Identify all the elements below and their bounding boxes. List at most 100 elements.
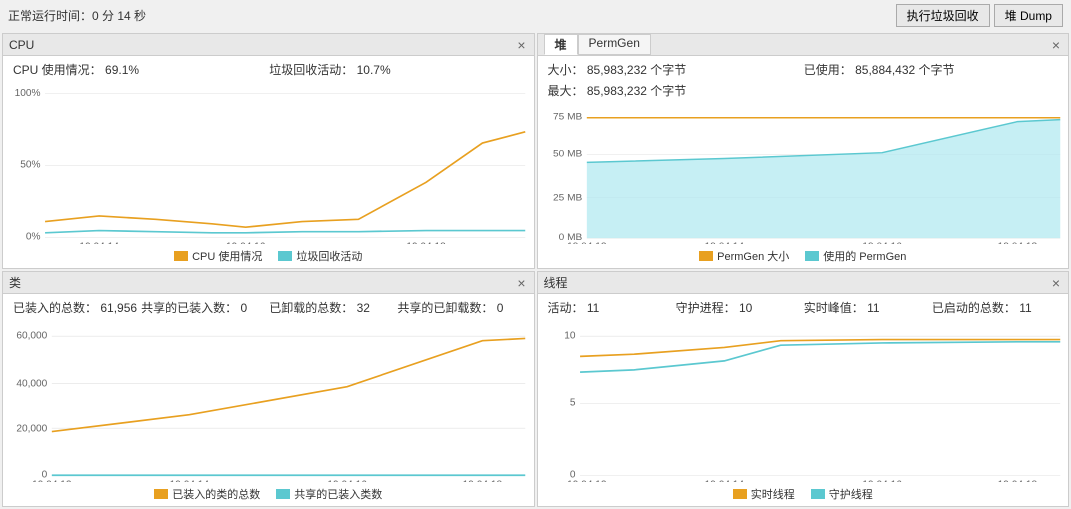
cpu-legend-color-1 [278,251,292,261]
svg-text:50%: 50% [20,160,40,171]
svg-text:5: 5 [569,398,575,409]
heap-legend: PermGen 大小 使用的 PermGen [538,246,1069,268]
class-stats: 已装入的总数： 61,956 共享的已装入数： 0 已卸载的总数： 32 共享的… [3,294,534,321]
thread-stat-2: 实时峰值： 11 [804,298,930,317]
svg-text:50 MB: 50 MB [553,149,582,159]
class-stat-3: 共享的已卸载数： 0 [397,298,523,317]
cpu-stat-1: 垃圾回收活动： 10.7% [269,60,523,79]
gc-button[interactable]: 执行垃圾回收 [896,4,990,27]
svg-text:100%: 100% [15,88,41,99]
class-legend-label-1: 共享的已装入类数 [294,486,382,502]
thread-chart: 10 5 0 19:04:12 19:04:14 19:04:16 19:04:… [544,325,1063,482]
svg-text:40,000: 40,000 [16,379,47,390]
thread-legend-0: 实时线程 [733,486,795,502]
class-legend: 已装入的类的总数 共享的已装入类数 [3,484,534,506]
svg-text:19:04:18: 19:04:18 [463,480,503,482]
cpu-stats: CPU 使用情况： 69.1% 垃圾回收活动： 10.7% [3,56,534,83]
class-chart: 60,000 40,000 20,000 0 19:04:12 19:04:14… [9,325,528,482]
heap-tabs: 堆 PermGen [544,34,651,55]
class-stat-1: 共享的已装入数： 0 [141,298,267,317]
top-bar-buttons: 执行垃圾回收 堆 Dump [896,4,1063,27]
cpu-chart-area: 100% 50% 0% 19:04:14 19:04:16 19:04:18 [3,83,534,246]
cpu-legend-0: CPU 使用情况 [174,248,262,264]
heap-chart-area: 75 MB 50 MB 25 MB 0 MB 19:04:12 19:04:14… [538,104,1069,246]
heap-legend-label-0: PermGen 大小 [717,248,789,264]
cpu-chart: 100% 50% 0% 19:04:14 19:04:16 19:04:18 [9,87,528,244]
heap-stats: 大小： 85,983,232 个字节 已使用： 85,884,432 个字节 最… [538,56,1069,104]
cpu-legend-1: 垃圾回收活动 [278,248,362,264]
class-legend-0: 已装入的类的总数 [154,486,260,502]
svg-text:19:04:16: 19:04:16 [862,241,901,244]
svg-text:25 MB: 25 MB [553,193,582,203]
class-panel: 类 × 已装入的总数： 61,956 共享的已装入数： 0 已卸载的总数： 32… [2,271,535,507]
class-stat-0: 已装入的总数： 61,956 [13,298,139,317]
thread-legend: 实时线程 守护线程 [538,484,1069,506]
svg-text:19:04:18: 19:04:18 [997,241,1036,244]
svg-text:19:04:18: 19:04:18 [997,480,1037,482]
thread-legend-label-0: 实时线程 [751,486,795,502]
heap-panel-close[interactable]: × [1050,37,1062,53]
class-legend-1: 共享的已装入类数 [276,486,382,502]
thread-stats: 活动： 11 守护进程： 10 实时峰值： 11 已启动的总数： 11 [538,294,1069,321]
svg-text:19:04:12: 19:04:12 [567,241,606,244]
svg-text:19:04:12: 19:04:12 [567,480,607,482]
thread-chart-area: 10 5 0 19:04:12 19:04:14 19:04:16 19:04:… [538,321,1069,484]
heap-panel-header: 堆 PermGen × [538,34,1069,56]
tab-heap[interactable]: 堆 [544,34,578,55]
heap-legend-color-0 [699,251,713,261]
class-legend-color-1 [276,489,290,499]
thread-stat-0: 活动： 11 [548,298,674,317]
svg-text:0%: 0% [26,232,41,243]
class-chart-area: 60,000 40,000 20,000 0 19:04:12 19:04:14… [3,321,534,484]
thread-panel-title: 线程 [544,274,568,291]
heap-legend-label-1: 使用的 PermGen [823,248,906,264]
svg-text:19:04:16: 19:04:16 [226,242,266,244]
tab-permgen[interactable]: PermGen [578,34,651,55]
cpu-legend-color-0 [174,251,188,261]
cpu-legend: CPU 使用情况 垃圾回收活动 [3,246,534,268]
thread-stat-1: 守护进程： 10 [676,298,802,317]
cpu-panel: CPU × CPU 使用情况： 69.1% 垃圾回收活动： 10.7% 100%… [2,33,535,269]
cpu-legend-label-1: 垃圾回收活动 [296,248,362,264]
thread-legend-label-1: 守护线程 [829,486,873,502]
svg-text:60,000: 60,000 [16,330,47,341]
svg-text:19:04:14: 19:04:14 [704,480,744,482]
class-stat-2: 已卸载的总数： 32 [269,298,395,317]
runtime-label: 正常运行时间：0 分 14 秒 [8,7,146,24]
heap-stat-1: 已使用： 85,884,432 个字节 [804,60,1058,79]
class-panel-close[interactable]: × [515,275,527,291]
top-bar: 正常运行时间：0 分 14 秒 执行垃圾回收 堆 Dump [0,0,1071,31]
cpu-panel-close[interactable]: × [515,37,527,53]
svg-text:10: 10 [564,330,576,341]
heap-chart: 75 MB 50 MB 25 MB 0 MB 19:04:12 19:04:14… [544,108,1063,244]
svg-text:19:04:14: 19:04:14 [170,480,210,482]
thread-panel: 线程 × 活动： 11 守护进程： 10 实时峰值： 11 已启动的总数： 11 [537,271,1070,507]
svg-text:19:04:14: 19:04:14 [79,242,119,244]
svg-text:19:04:18: 19:04:18 [406,242,446,244]
class-panel-title: 类 [9,274,21,291]
cpu-panel-title: CPU [9,38,34,52]
heap-legend-color-1 [805,251,819,261]
dump-button[interactable]: 堆 Dump [994,4,1063,27]
svg-text:19:04:12: 19:04:12 [32,480,72,482]
heap-stat-2: 最大： 85,983,232 个字节 [548,81,802,100]
main-grid: CPU × CPU 使用情况： 69.1% 垃圾回收活动： 10.7% 100%… [0,31,1071,509]
svg-text:19:04:16: 19:04:16 [327,480,367,482]
cpu-stat-0: CPU 使用情况： 69.1% [13,60,267,79]
class-legend-label-0: 已装入的类的总数 [172,486,260,502]
heap-stat-0: 大小： 85,983,232 个字节 [548,60,802,79]
cpu-legend-label-0: CPU 使用情况 [192,248,262,264]
svg-text:20,000: 20,000 [16,424,47,435]
heap-legend-0: PermGen 大小 [699,248,789,264]
svg-text:19:04:14: 19:04:14 [704,241,743,244]
class-legend-color-0 [154,489,168,499]
thread-legend-color-0 [733,489,747,499]
svg-text:75 MB: 75 MB [553,112,582,122]
heap-panel: 堆 PermGen × 大小： 85,983,232 个字节 已使用： 85,8… [537,33,1070,269]
class-panel-header: 类 × [3,272,534,294]
thread-panel-close[interactable]: × [1050,275,1062,291]
heap-legend-1: 使用的 PermGen [805,248,906,264]
thread-panel-header: 线程 × [538,272,1069,294]
cpu-panel-header: CPU × [3,34,534,56]
thread-legend-color-1 [811,489,825,499]
